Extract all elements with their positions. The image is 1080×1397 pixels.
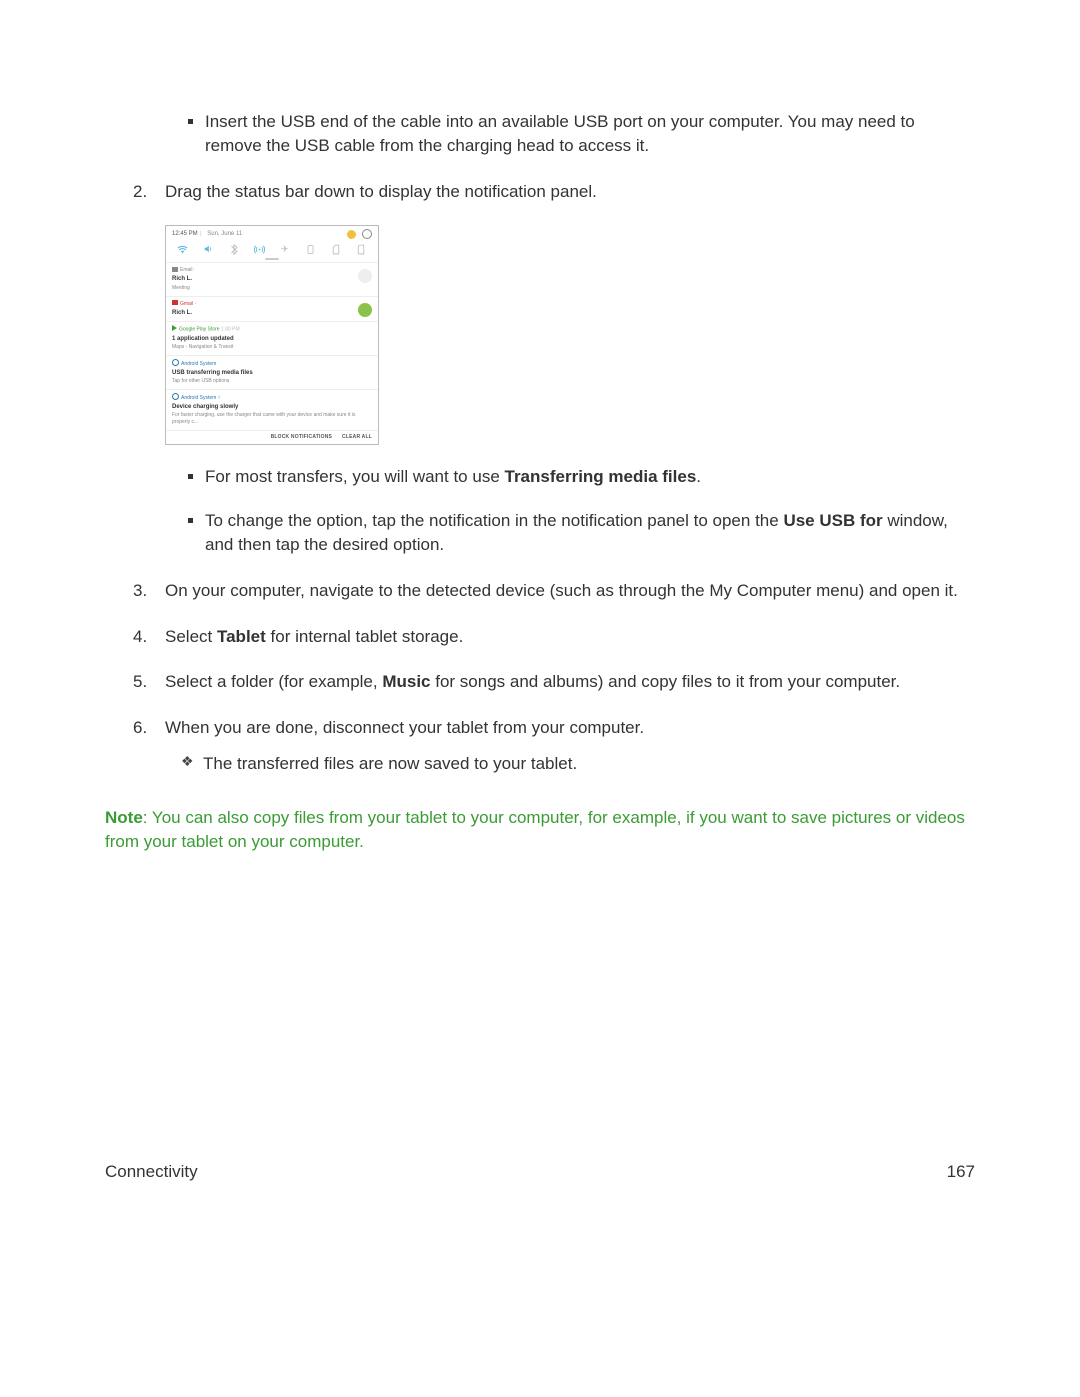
chevron-down-icon: ˅	[218, 395, 221, 401]
step-2: 2. Drag the status bar down to display t…	[165, 180, 975, 204]
rotate-icon	[304, 243, 316, 255]
footer-page-number: 167	[947, 1162, 975, 1182]
step-3: 3. On your computer, navigate to the det…	[165, 579, 975, 603]
email-app-icon	[172, 267, 178, 272]
wifi-icon	[177, 243, 189, 255]
np-status-row: 12:45 PM | Sun, June 11	[166, 226, 378, 239]
note-block: Note: You can also copy files from your …	[105, 806, 975, 854]
gmail-app-icon	[172, 300, 178, 305]
result-item: The transferred files are now saved to y…	[203, 752, 975, 776]
np-notification: Email · Rich L. Meeting	[166, 262, 378, 295]
np-quick-settings: ✈	[166, 239, 378, 257]
bullet-item: Insert the USB end of the cable into an …	[205, 110, 975, 158]
avatar-icon	[358, 303, 372, 317]
ordered-steps: 2. Drag the status bar down to display t…	[105, 180, 975, 204]
bullet-item: To change the option, tap the notificati…	[205, 509, 975, 557]
np-notification: Android System ˅ Device charging slowly …	[166, 389, 378, 430]
clear-all-button: CLEAR ALL	[342, 434, 372, 441]
battery-icon	[347, 230, 356, 239]
sub-bullets-step2: For most transfers, you will want to use…	[105, 465, 975, 556]
document-page: Insert the USB end of the cable into an …	[0, 0, 1080, 1397]
np-actions: BLOCK NOTIFICATIONS CLEAR ALL	[166, 430, 378, 444]
ordered-steps-cont: 3. On your computer, navigate to the det…	[105, 579, 975, 776]
footer-section: Connectivity	[105, 1162, 198, 1182]
step-number: 2.	[133, 180, 147, 204]
airplane-icon: ✈	[279, 243, 291, 255]
step-number: 5.	[133, 670, 147, 694]
np-notification: Gmail · Rich L.	[166, 296, 378, 321]
block-notifications-button: BLOCK NOTIFICATIONS	[271, 434, 332, 441]
body-content: Insert the USB end of the cable into an …	[105, 110, 975, 853]
np-notification: Android System USB transferring media fi…	[166, 355, 378, 389]
step-number: 6.	[133, 716, 147, 740]
step-4: 4. Select Tablet for internal tablet sto…	[165, 625, 975, 649]
android-system-icon	[172, 359, 179, 366]
bullet-item: For most transfers, you will want to use…	[205, 465, 975, 489]
np-time: 12:45 PM	[172, 230, 198, 238]
step-6: 6. When you are done, disconnect your ta…	[165, 716, 975, 776]
hotspot-icon	[253, 243, 265, 255]
step6-result: The transferred files are now saved to y…	[165, 752, 975, 776]
sim-icon	[330, 243, 342, 255]
android-system-icon	[172, 393, 179, 400]
notification-panel-figure: 12:45 PM | Sun, June 11	[165, 225, 379, 445]
step-5: 5. Select a folder (for example, Music f…	[165, 670, 975, 694]
step-number: 4.	[133, 625, 147, 649]
play-store-icon	[172, 325, 177, 331]
sub-bullets-step1: Insert the USB end of the cable into an …	[105, 110, 975, 158]
sd-icon	[355, 243, 367, 255]
np-date: Sun, June 11	[207, 230, 242, 238]
gear-icon	[362, 229, 372, 239]
bluetooth-icon	[228, 243, 240, 255]
page-footer: Connectivity 167	[105, 1162, 975, 1182]
sound-icon	[202, 243, 214, 255]
np-notification: Google Play Store 1:40 PM 1 application …	[166, 321, 378, 355]
step-number: 3.	[133, 579, 147, 603]
